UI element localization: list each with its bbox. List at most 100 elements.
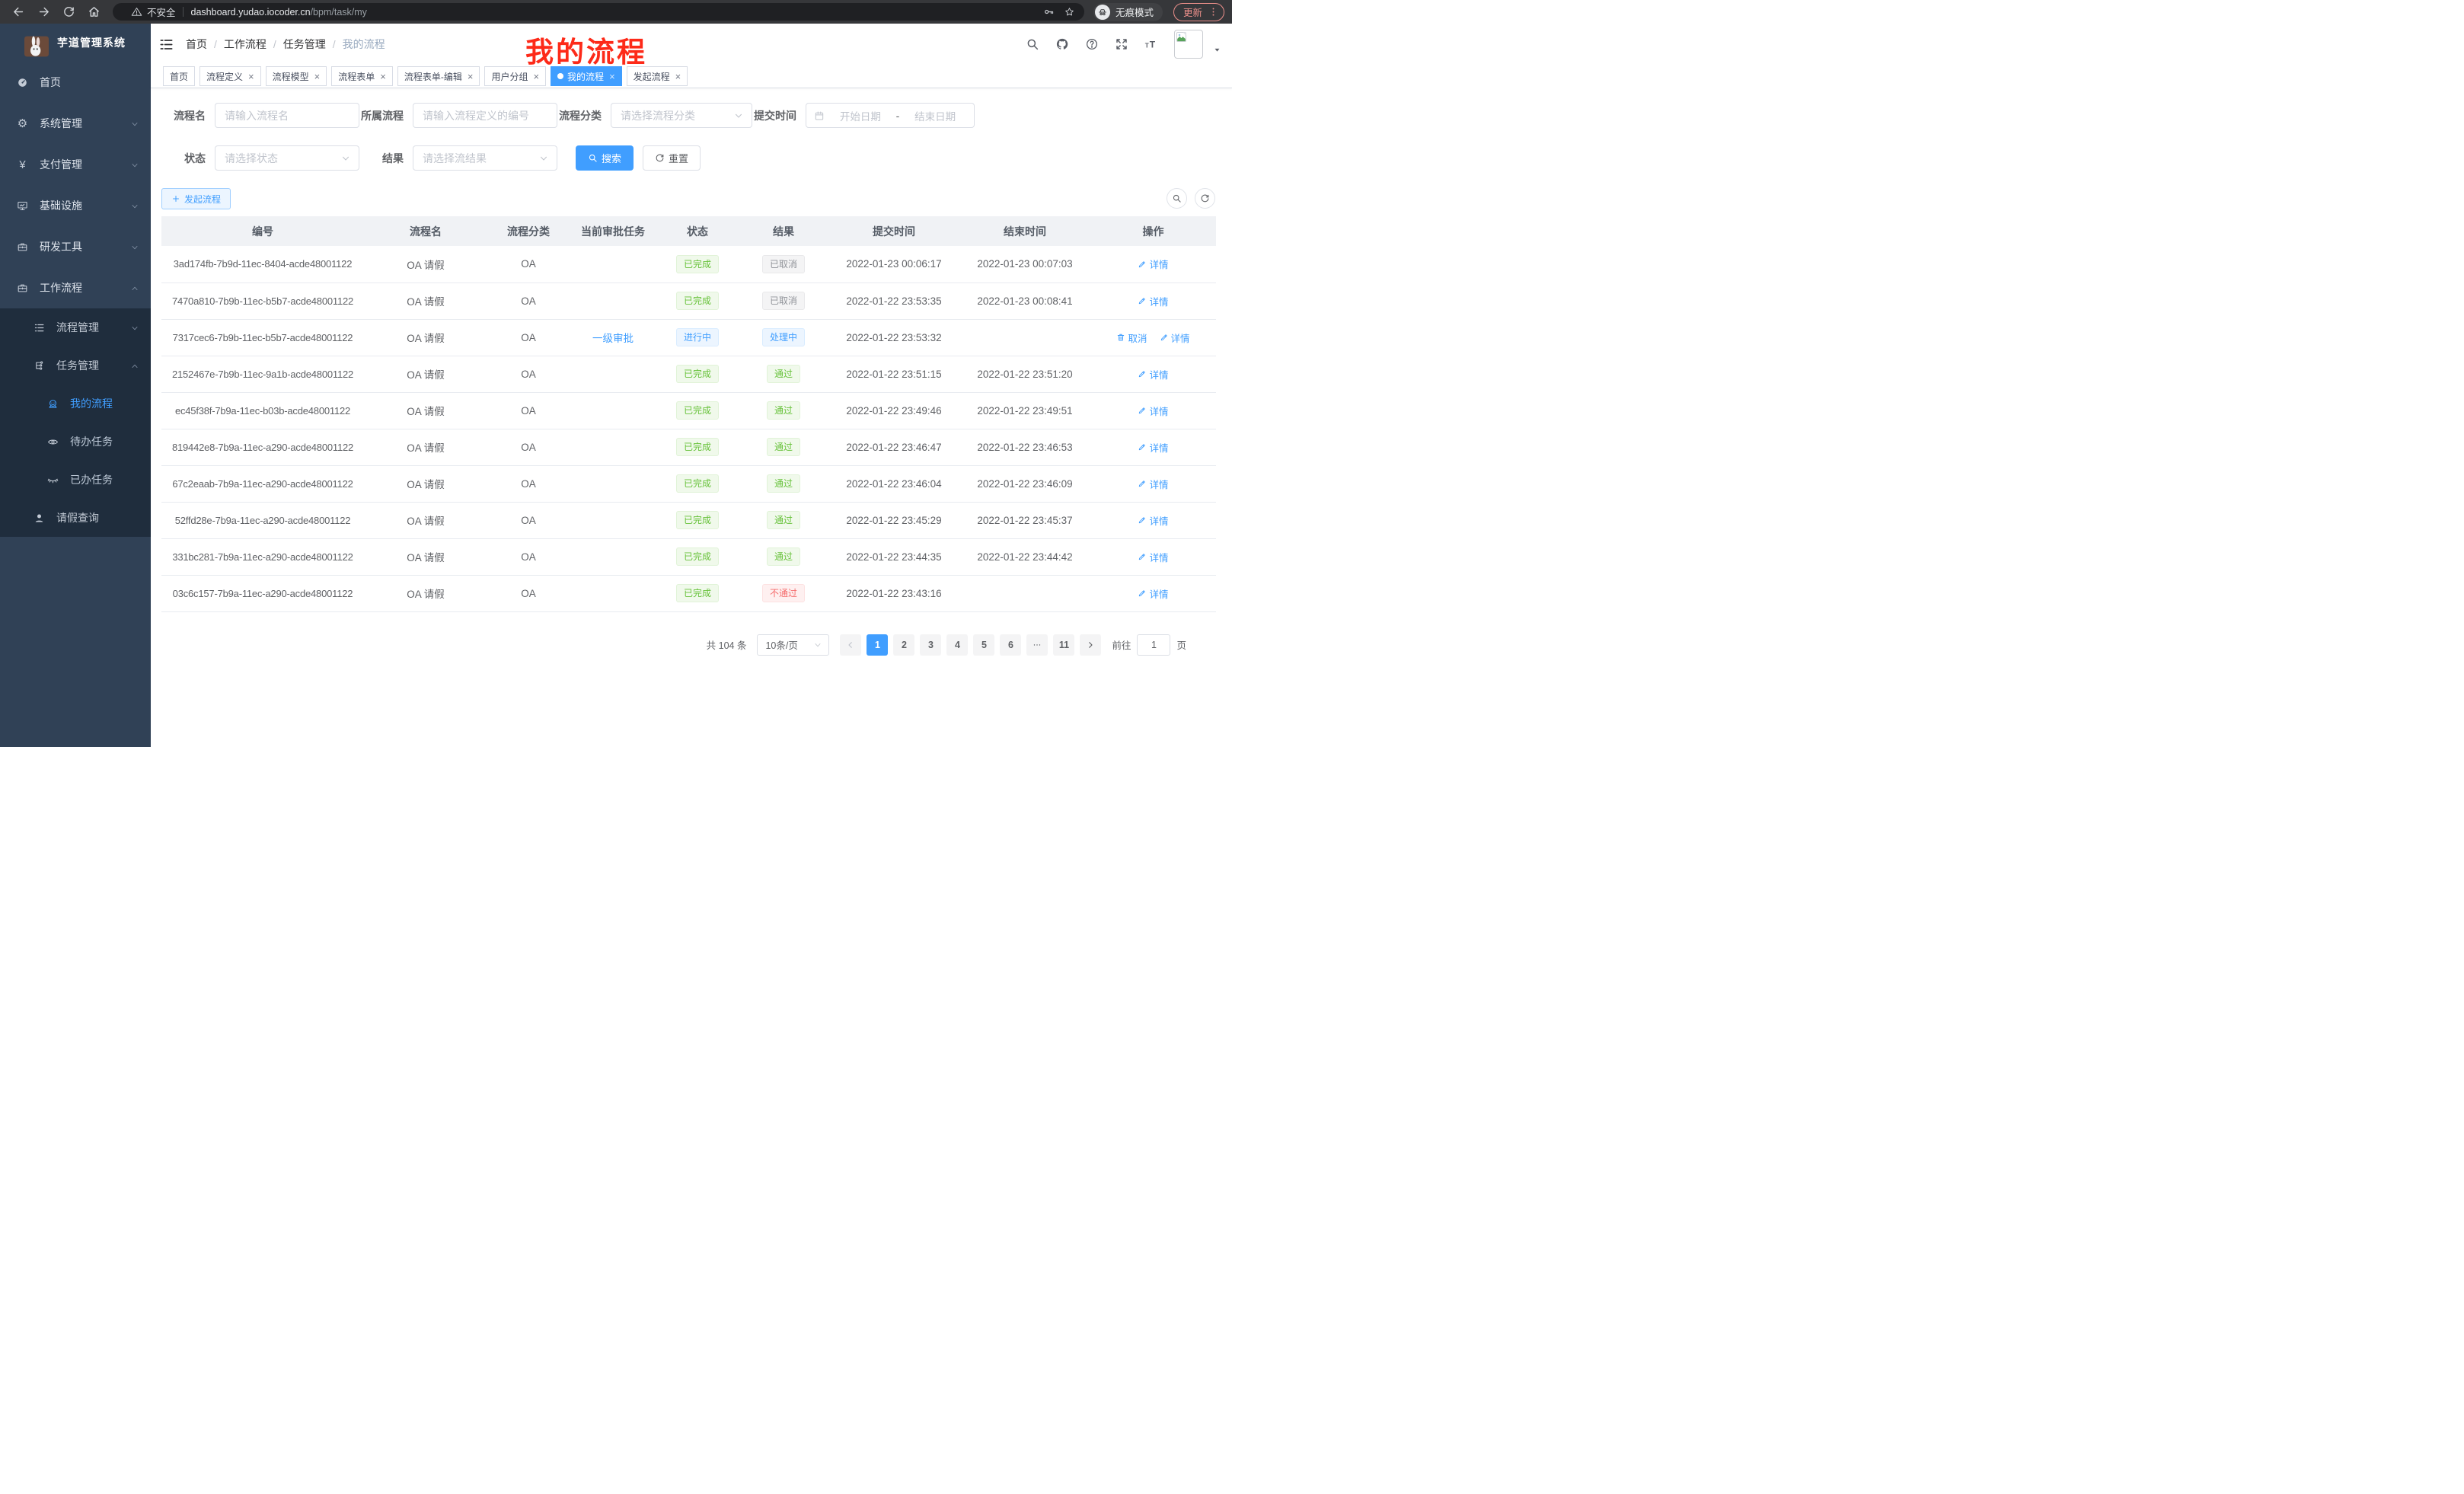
cell-category: OA [487,392,570,429]
tab-label: 流程表单 [338,70,375,83]
close-tab-icon[interactable]: × [314,72,321,81]
close-tab-icon[interactable]: × [675,72,681,81]
fullscreen-icon[interactable] [1115,37,1128,51]
close-tab-icon[interactable]: × [533,72,539,81]
reload-icon[interactable] [62,5,75,18]
task-link[interactable]: 一级审批 [592,333,634,344]
page-button[interactable]: 3 [920,634,941,656]
prev-page-button[interactable] [840,634,861,656]
sidebar-menu-item[interactable]: ⚙系统管理 [0,103,151,144]
detail-link[interactable]: 详情 [1138,550,1168,564]
more-pages-button[interactable] [1026,634,1048,656]
detail-link[interactable]: 详情 [1138,367,1168,381]
tag-view-tab[interactable]: 我的流程× [551,66,622,86]
sidebar-menu-item[interactable]: 任务管理 [0,346,151,385]
show-search-button[interactable] [1167,188,1187,209]
close-tab-icon[interactable]: × [248,72,254,81]
process-name-input[interactable] [215,103,359,128]
tag-view-tab[interactable]: 流程表单 × [331,66,393,86]
page-button[interactable]: 4 [946,634,968,656]
sidebar-menu-item[interactable]: 我的流程 [0,385,151,423]
chevron-up-icon [130,361,139,370]
home-icon[interactable] [88,5,101,18]
reset-button[interactable]: 重置 [643,145,701,171]
detail-link[interactable]: 详情 [1138,404,1168,418]
page-size-select[interactable]: 10条/页 [757,634,829,656]
tag-view-tab[interactable]: 首页 [163,66,195,86]
cell-status: 已完成 [656,429,739,465]
tag-view-tab[interactable]: 流程模型× [266,66,327,86]
breadcrumb-item[interactable]: 任务管理 [283,37,326,52]
tag-view-tab[interactable]: 流程表单-编辑 × [397,66,480,86]
cell-actions: 详情 [1090,246,1216,283]
close-tab-icon[interactable]: × [380,72,386,81]
process-def-input[interactable] [413,103,557,128]
page-button[interactable]: 1 [867,634,888,656]
detail-link[interactable]: 详情 [1138,257,1168,271]
page-button[interactable]: 6 [1000,634,1021,656]
tag-view-tab[interactable]: 流程定义× [199,66,261,86]
start-process-button[interactable]: 发起流程 [161,188,231,209]
detail-link[interactable]: 详情 [1138,440,1168,455]
cancel-link[interactable]: 取消 [1116,330,1147,345]
status-select[interactable]: 请选择状态 [215,145,359,171]
category-select[interactable]: 请选择流程分类 [611,103,752,128]
sidebar-menu-item[interactable]: 请假查询 [0,499,151,537]
sidebar-menu-item[interactable]: 首页 [0,62,151,103]
status-tag: 进行中 [676,328,719,346]
briefcase-icon [17,241,28,253]
sidebar-menu-item[interactable]: 基础设施 [0,185,151,226]
detail-link[interactable]: 详情 [1138,477,1168,491]
font-size-icon[interactable]: TT [1144,37,1158,51]
bookmark-star-icon[interactable] [1064,6,1075,18]
tag-view-tab[interactable]: 发起流程× [627,66,688,86]
page-button[interactable]: 5 [973,634,994,656]
password-key-icon[interactable] [1043,6,1055,18]
avatar[interactable] [1174,30,1203,59]
browser-update-button[interactable]: 更新 [1173,3,1224,21]
breadcrumb-item[interactable]: 工作流程 [224,37,267,52]
detail-link[interactable]: 详情 [1138,294,1168,308]
tab-label: 流程表单-编辑 [404,70,462,83]
chevron-down-icon [130,242,139,251]
avatar-caret-down-icon[interactable] [1213,46,1221,54]
svg-text:T: T [1150,40,1156,50]
plus-icon [171,194,180,203]
cell-end-time: 2022-01-22 23:46:53 [959,429,1090,465]
breadcrumb-item[interactable]: 首页 [186,37,207,52]
browser-menu-dots-icon[interactable] [1208,6,1219,18]
sidebar-menu-item[interactable]: 待办任务 [0,423,151,461]
detail-link[interactable]: 详情 [1160,330,1190,345]
sidebar-fold-icon[interactable] [159,37,174,52]
result-tag: 已取消 [762,255,805,273]
detail-link[interactable]: 详情 [1138,513,1168,528]
next-page-button[interactable] [1080,634,1101,656]
help-icon[interactable] [1085,37,1099,51]
page-button[interactable]: 11 [1053,634,1074,656]
back-icon[interactable] [12,5,25,18]
submit-time-range-picker[interactable]: 开始日期 - 结束日期 [806,103,975,128]
sidebar-menu-item[interactable]: 工作流程 [0,267,151,308]
refresh-table-button[interactable] [1195,188,1215,209]
close-tab-icon[interactable]: × [609,72,615,81]
result-select[interactable]: 请选择流结果 [413,145,557,171]
forward-icon[interactable] [37,5,50,18]
search-button[interactable]: 搜索 [576,145,634,171]
sidebar-menu-item[interactable]: ¥支付管理 [0,144,151,185]
github-icon[interactable] [1055,37,1069,51]
page-button[interactable]: 2 [893,634,914,656]
tag-view-tab[interactable]: 用户分组× [484,66,546,86]
jump-page-input[interactable] [1137,634,1170,656]
cell-status: 已完成 [656,538,739,575]
address-bar[interactable]: 不安全 dashboard.yudao.iocoder.cn/bpm/task/… [113,3,1084,21]
result-label: 结果 [359,151,413,166]
sidebar-menu-item[interactable]: 已办任务 [0,461,151,499]
eye-icon [47,436,59,448]
sidebar-menu-item[interactable]: 研发工具 [0,226,151,267]
cell-current-task: 一级审批 [570,319,656,356]
sidebar-menu-item[interactable]: 流程管理 [0,308,151,346]
result-tag: 通过 [767,547,800,566]
close-tab-icon[interactable]: × [468,72,474,81]
search-icon[interactable] [1026,37,1039,51]
detail-link[interactable]: 详情 [1138,586,1168,601]
